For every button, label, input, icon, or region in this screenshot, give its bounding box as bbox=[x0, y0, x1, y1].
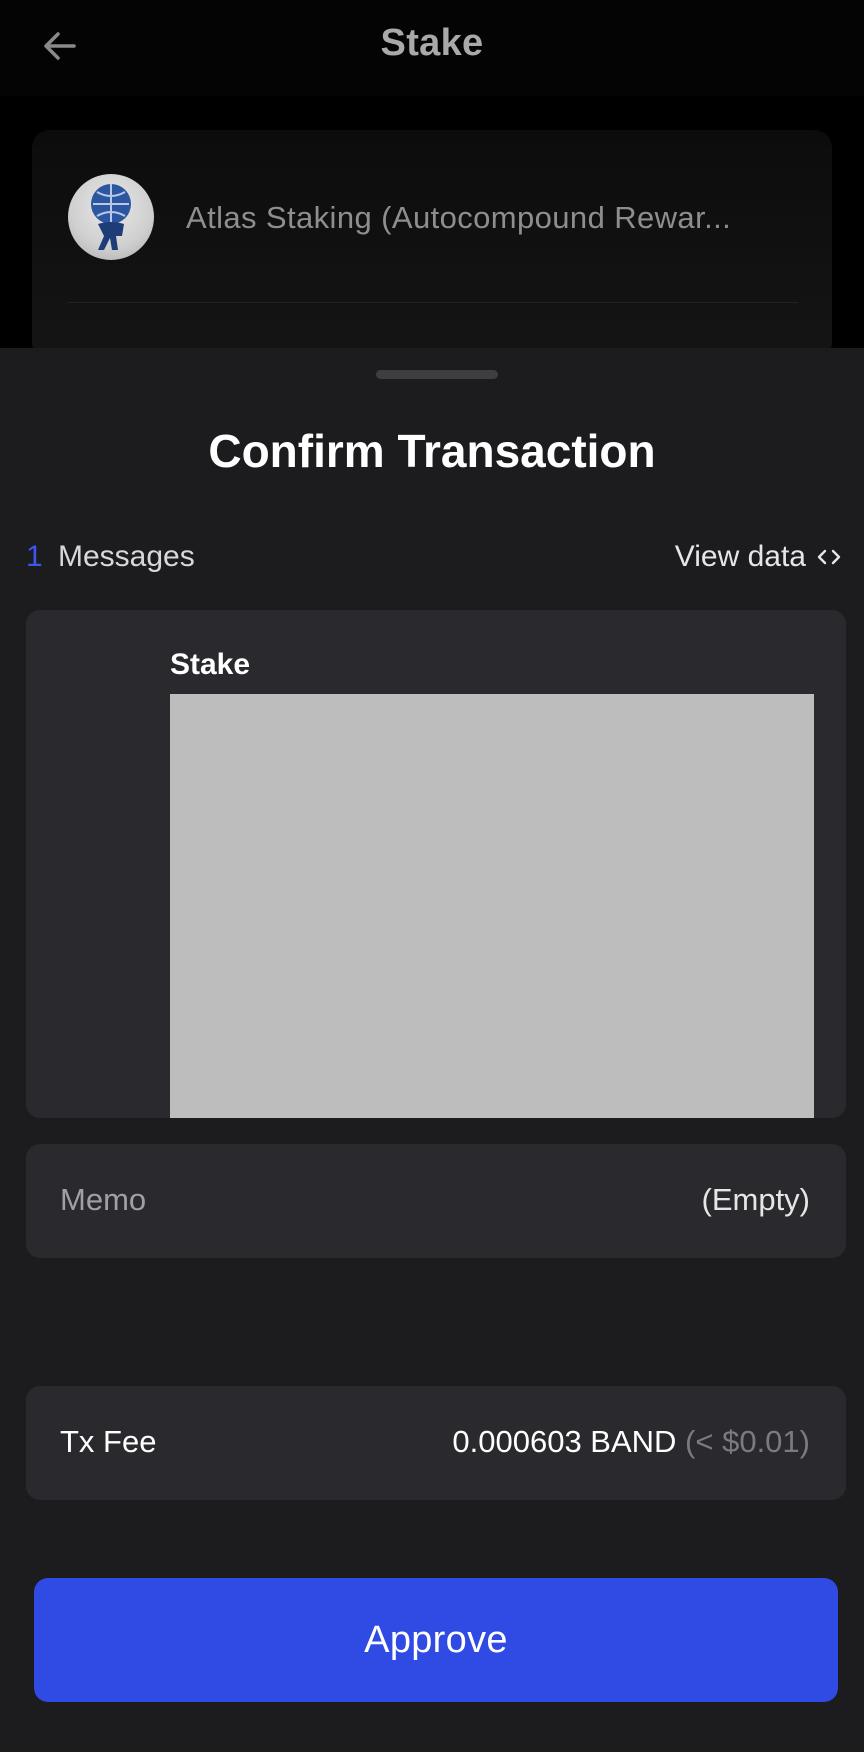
message-preview bbox=[170, 694, 814, 1118]
sheet-title: Confirm Transaction bbox=[208, 425, 656, 477]
messages-label: Messages bbox=[58, 540, 195, 573]
approve-label: Approve bbox=[364, 1618, 508, 1661]
confirm-transaction-sheet: Confirm Transaction 1 Messages View data… bbox=[0, 348, 864, 1752]
messages-row: 1 Messages View data bbox=[26, 536, 842, 584]
memo-value: (Empty) bbox=[701, 1182, 811, 1217]
stake-screen: Stake Atlas Staking (Autocompound Rewar.… bbox=[0, 0, 864, 1752]
memo-card: Memo (Empty) bbox=[26, 1144, 846, 1258]
atlas-logo-icon bbox=[68, 174, 154, 260]
memo-label: Memo bbox=[60, 1182, 147, 1217]
sheet-drag-handle[interactable] bbox=[376, 370, 498, 379]
view-data-label: View data bbox=[674, 540, 806, 573]
validator-name: Atlas Staking (Autocompound Rewar... bbox=[186, 200, 732, 235]
message-card: Stake bbox=[26, 610, 846, 1118]
view-data-button[interactable]: View data bbox=[675, 540, 842, 574]
tx-fee-amount: 0.000603 BAND bbox=[452, 1424, 677, 1459]
message-title: Stake bbox=[170, 648, 251, 681]
top-bar: Stake bbox=[0, 0, 864, 96]
tx-fee-usd: (< $0.01) bbox=[676, 1424, 810, 1459]
code-brackets-icon bbox=[817, 549, 841, 565]
approve-button[interactable]: Approve bbox=[34, 1578, 838, 1702]
page-title: Stake bbox=[380, 22, 484, 64]
divider bbox=[68, 302, 798, 303]
messages-count: 1 bbox=[26, 540, 43, 573]
tx-fee-card[interactable]: Tx Fee 0.000603 BAND (< $0.01) bbox=[26, 1386, 846, 1500]
tx-fee-value: 0.000603 BAND (< $0.01) bbox=[452, 1424, 810, 1460]
validator-panel: Atlas Staking (Autocompound Rewar... bbox=[32, 130, 832, 360]
tx-fee-label: Tx Fee bbox=[60, 1424, 157, 1459]
validator-row[interactable]: Atlas Staking (Autocompound Rewar... bbox=[32, 170, 832, 270]
